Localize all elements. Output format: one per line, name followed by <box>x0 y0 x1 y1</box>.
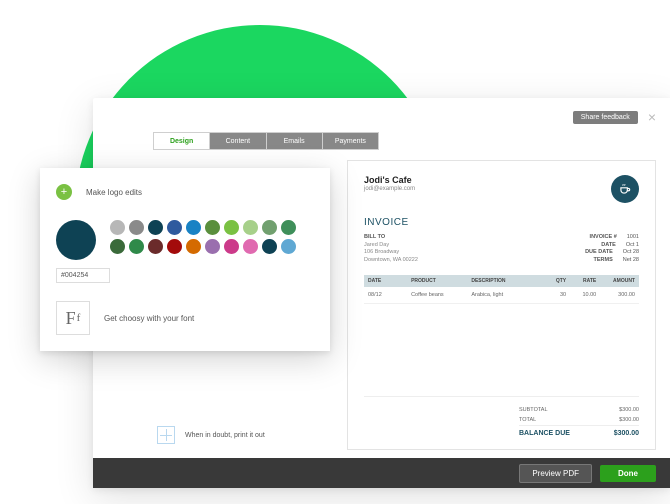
font-picker[interactable]: F f <box>56 301 90 335</box>
color-swatch[interactable] <box>224 220 239 235</box>
color-swatch[interactable] <box>262 239 277 254</box>
color-swatch[interactable] <box>148 239 163 254</box>
add-logo-icon[interactable]: + <box>56 184 72 200</box>
print-hint-row: When in doubt, print it out <box>157 426 337 444</box>
balance-label: BALANCE DUE <box>519 430 570 437</box>
color-swatch[interactable] <box>167 239 182 254</box>
color-swatch[interactable] <box>129 220 144 235</box>
invoice-no-label: INVOICE # <box>590 234 617 242</box>
total-value: $300.00 <box>619 417 639 423</box>
tab-design[interactable]: Design <box>154 133 210 149</box>
font-row: F f Get choosy with your font <box>56 301 314 335</box>
color-swatch[interactable] <box>224 239 239 254</box>
invoice-meta-right: INVOICE # 1001 DATE Oct 1 DUE DATE Oct 28 T… <box>585 234 639 265</box>
color-swatch-grid <box>110 220 296 254</box>
company-logo <box>611 175 639 203</box>
logo-edit-label: Make logo edits <box>86 188 142 197</box>
invoice-preview: Jodi's Cafe jodi@example.com INVOICE BIL… <box>347 160 656 450</box>
bill-to-label: BILL TO <box>364 234 418 242</box>
share-feedback-button[interactable]: Share feedback <box>573 111 638 124</box>
invoice-title: INVOICE <box>364 217 639 228</box>
company-email: jodi@example.com <box>364 186 415 192</box>
balance-value: $300.00 <box>614 430 639 437</box>
preview-pdf-button[interactable]: Preview PDF <box>519 464 592 483</box>
invoice-due-value: Oct 28 <box>623 249 639 257</box>
bottom-bar: Preview PDF Done <box>93 458 670 488</box>
col-amount: AMOUNT <box>596 278 635 284</box>
coffee-icon <box>618 182 632 196</box>
subtotal-label: SUBTOTAL <box>519 407 548 413</box>
color-swatch[interactable] <box>167 220 182 235</box>
bill-to-block: BILL TO Jared Day 106 Broadway Downtown,… <box>364 234 418 265</box>
selected-color-swatch[interactable] <box>56 220 96 260</box>
tab-content[interactable]: Content <box>210 133 266 149</box>
invoice-terms-value: Net 28 <box>623 257 639 265</box>
tab-emails[interactable]: Emails <box>267 133 323 149</box>
bill-to-name: Jared Day <box>364 242 418 250</box>
invoice-date-value: Oct 1 <box>626 242 639 250</box>
bill-to-city: Downtown, WA 00222 <box>364 257 418 265</box>
close-icon[interactable]: × <box>648 110 656 124</box>
cell-qty: 30 <box>540 292 566 298</box>
color-swatch[interactable] <box>186 239 201 254</box>
font-sample-large: F <box>66 308 76 329</box>
hex-input[interactable]: #004254 <box>56 268 110 283</box>
color-swatch[interactable] <box>205 220 220 235</box>
font-label: Get choosy with your font <box>104 314 194 323</box>
col-product: PRODUCT <box>411 278 471 284</box>
invoice-table: DATE PRODUCT DESCRIPTION QTY RATE AMOUNT… <box>364 275 639 304</box>
color-swatch[interactable] <box>281 239 296 254</box>
color-swatch[interactable] <box>205 239 220 254</box>
invoice-meta: BILL TO Jared Day 106 Broadway Downtown,… <box>364 234 639 265</box>
invoice-spacer <box>364 304 639 397</box>
color-swatch[interactable] <box>110 220 125 235</box>
color-picker <box>56 220 314 260</box>
color-swatch[interactable] <box>129 239 144 254</box>
topbar: Share feedback × <box>93 98 670 130</box>
bill-to-street: 106 Broadway <box>364 249 418 257</box>
company-name: Jodi's Cafe <box>364 175 415 185</box>
table-row: 08/12 Coffee beans Arabica, light 30 10.… <box>364 287 639 304</box>
cell-amount: 300.00 <box>596 292 635 298</box>
col-description: DESCRIPTION <box>471 278 540 284</box>
invoice-header: Jodi's Cafe jodi@example.com <box>364 175 639 203</box>
font-sample-small: f <box>77 312 81 324</box>
subtotal-value: $300.00 <box>619 407 639 413</box>
color-swatch[interactable] <box>243 220 258 235</box>
design-panel: + Make logo edits #004254 F f Get choosy… <box>40 168 330 351</box>
tab-bar: Design Content Emails Payments <box>153 132 379 150</box>
col-date: DATE <box>368 278 411 284</box>
color-swatch[interactable] <box>110 239 125 254</box>
print-hint-text: When in doubt, print it out <box>185 432 265 439</box>
done-button[interactable]: Done <box>600 465 656 482</box>
invoice-no-value: 1001 <box>627 234 639 242</box>
logo-edit-row: + Make logo edits <box>56 184 314 200</box>
total-label: TOTAL <box>519 417 536 423</box>
color-swatch[interactable] <box>148 220 163 235</box>
table-header: DATE PRODUCT DESCRIPTION QTY RATE AMOUNT <box>364 275 639 287</box>
col-rate: RATE <box>566 278 596 284</box>
color-swatch[interactable] <box>262 220 277 235</box>
tab-payments[interactable]: Payments <box>323 133 378 149</box>
color-swatch[interactable] <box>281 220 296 235</box>
cell-product: Coffee beans <box>411 292 471 298</box>
invoice-terms-label: TERMS <box>594 257 613 265</box>
cell-date: 08/12 <box>368 292 411 298</box>
invoice-due-label: DUE DATE <box>585 249 613 257</box>
col-qty: QTY <box>540 278 566 284</box>
invoice-date-label: DATE <box>601 242 616 250</box>
invoice-totals: SUBTOTAL $300.00 TOTAL $300.00 BALANCE DUE… <box>519 405 639 439</box>
cell-description: Arabica, light <box>471 292 540 298</box>
cell-rate: 10.00 <box>566 292 596 298</box>
color-swatch[interactable] <box>243 239 258 254</box>
grid-icon[interactable] <box>157 426 175 444</box>
color-swatch[interactable] <box>186 220 201 235</box>
